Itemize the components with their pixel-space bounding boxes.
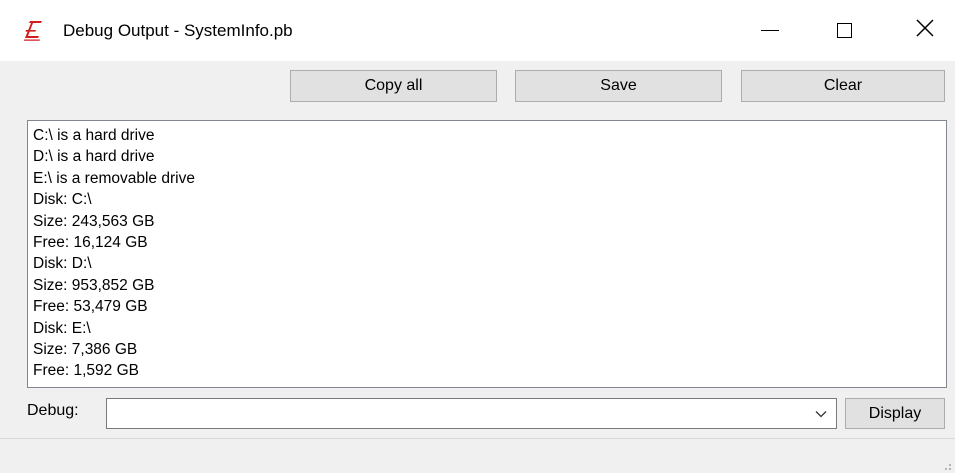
minimize-icon	[761, 29, 779, 32]
output-line: Free: 16,124 GB	[33, 234, 148, 252]
copy-all-button[interactable]: Copy all	[290, 70, 497, 102]
debug-output-window: Debug Output - SystemInfo.pb Copy all Sa…	[0, 0, 955, 473]
debug-input[interactable]	[107, 399, 806, 428]
output-line: Size: 953,852 GB	[33, 276, 155, 294]
resize-grip-icon[interactable]	[940, 458, 952, 470]
status-bar	[0, 438, 955, 473]
close-button[interactable]	[895, 0, 955, 61]
title-bar[interactable]: Debug Output - SystemInfo.pb	[0, 0, 955, 61]
output-line: Size: 243,563 GB	[33, 212, 155, 230]
output-list[interactable]: C:\ is a hard drive D:\ is a hard drive …	[27, 120, 947, 388]
output-line: Disk: C:\	[33, 191, 92, 209]
output-line: E:\ is a removable drive	[33, 169, 195, 187]
close-icon	[916, 19, 934, 42]
maximize-button[interactable]	[814, 0, 874, 61]
output-line: Disk: E:\	[33, 319, 91, 337]
purebasic-icon	[24, 19, 44, 41]
output-line: Free: 1,592 GB	[33, 362, 139, 380]
output-line: Disk: D:\	[33, 255, 92, 273]
output-line: Free: 53,479 GB	[33, 298, 148, 316]
window-title: Debug Output - SystemInfo.pb	[63, 21, 293, 40]
debug-combobox[interactable]	[106, 398, 837, 429]
save-button[interactable]: Save	[515, 70, 722, 102]
output-line: Size: 7,386 GB	[33, 341, 138, 359]
maximize-icon	[836, 23, 852, 38]
clear-button[interactable]: Clear	[741, 70, 945, 102]
minimize-button[interactable]	[740, 0, 800, 61]
output-line: D:\ is a hard drive	[33, 148, 155, 166]
display-button[interactable]: Display	[845, 398, 945, 429]
output-line: C:\ is a hard drive	[33, 127, 155, 144]
debug-label: Debug:	[27, 402, 79, 419]
chevron-down-icon[interactable]	[806, 399, 836, 428]
